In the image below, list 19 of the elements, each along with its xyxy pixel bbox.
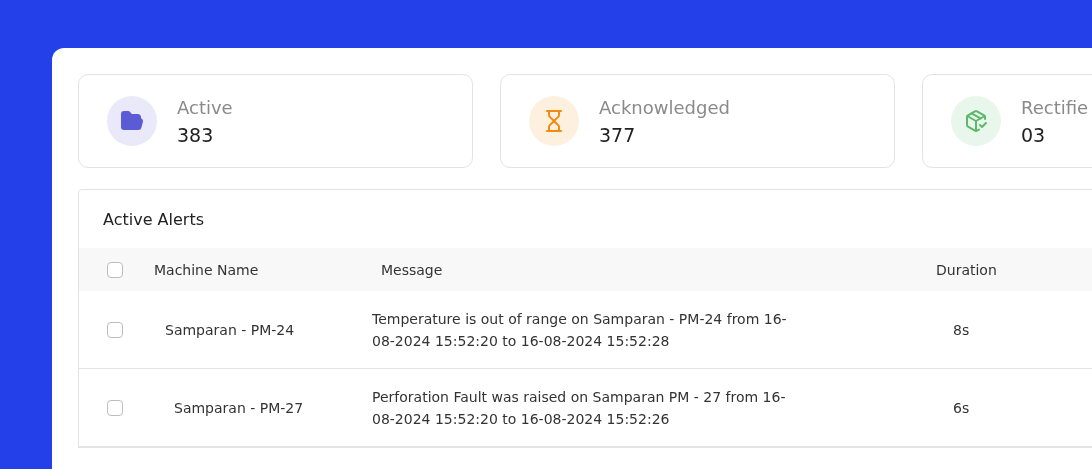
stat-value: 377 xyxy=(599,123,637,146)
stat-label: Acknowledged xyxy=(599,96,730,118)
table-cell-text: Samparan - PM-27 xyxy=(173,398,305,418)
select-all-checkbox[interactable] xyxy=(107,261,123,278)
stat-value: 383 xyxy=(177,123,215,146)
column-header[interactable]: Machine Name xyxy=(154,261,368,278)
column-header[interactable]: Duration xyxy=(848,261,1048,278)
stat-value: 03 xyxy=(1021,123,1047,146)
column-header[interactable]: Message xyxy=(368,261,848,278)
table-cell-text: Perforation Fault was raised on Samparan PM - 27 from 16-08-2024 15:52:20 to 16-08-2024 15:52:26 xyxy=(371,387,787,429)
table-cell-text: 8s xyxy=(952,320,971,340)
row-checkbox[interactable] xyxy=(107,399,123,416)
stat-label: Active xyxy=(177,96,233,118)
table-cell-text: 6s xyxy=(952,398,971,418)
table-cell-text: Temperature is out of range on Samparan - PM-24 from 16-08-2024 15:52:20 to 16-08-2024 15:52:28 xyxy=(371,309,788,351)
row-checkbox[interactable] xyxy=(107,321,123,338)
stat-label: Rectifie xyxy=(1021,96,1089,118)
table-cell-text: Samparan - PM-24 xyxy=(164,320,296,340)
table-title: Active Alerts xyxy=(103,209,204,229)
